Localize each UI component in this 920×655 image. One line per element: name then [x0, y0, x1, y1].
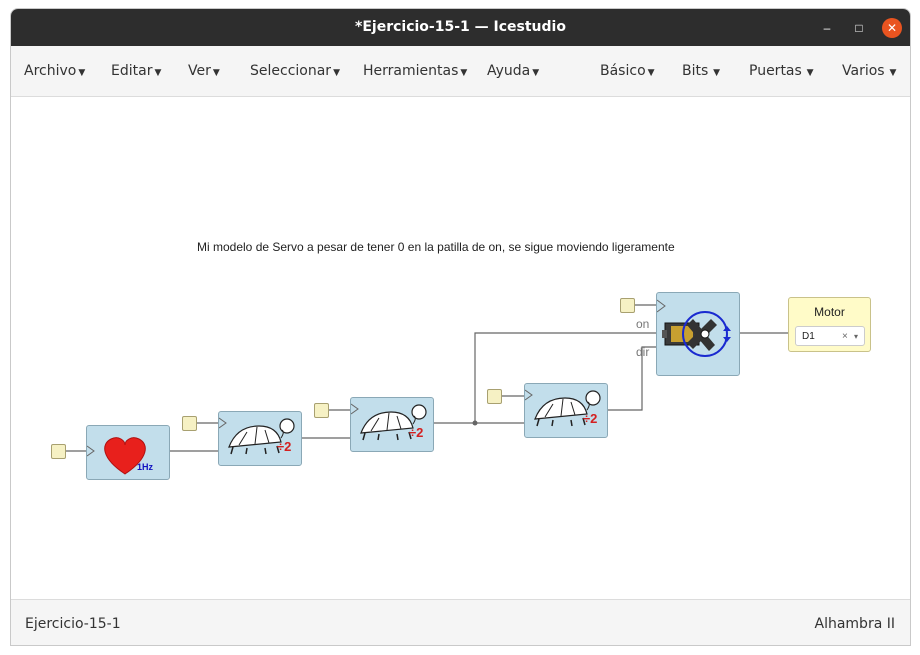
pin-select-value: D1	[802, 331, 815, 342]
heart-block[interactable]: 1Hz	[86, 425, 170, 480]
menu-basico-label: Básico	[600, 63, 646, 79]
caret-down-icon: ▼	[78, 68, 86, 78]
input-pin-servo[interactable]	[620, 298, 635, 313]
status-board-name: Alhambra II	[814, 616, 896, 632]
menu-seleccionar[interactable]: Seleccionar ▼	[250, 63, 340, 79]
caret-down-icon: ▼	[532, 68, 540, 78]
minimize-button[interactable]: –	[817, 18, 837, 38]
app-window: *Ejercicio-15-1 — Icestudio – □ ✕ Archiv…	[10, 8, 911, 646]
chevron-down-icon[interactable]: ▾	[854, 332, 858, 341]
menu-bar: Archivo ▼ Editar ▼ Ver ▼ Seleccionar ▼ Herra…	[11, 46, 910, 97]
window-title: *Ejercicio-15-1 — Icestudio	[355, 19, 566, 35]
clear-icon[interactable]: ×	[842, 331, 848, 342]
servo-icon	[657, 299, 731, 357]
divider-block-1[interactable]: ÷2	[218, 411, 302, 466]
heart-icon	[87, 437, 146, 475]
heart-freq-label: 1Hz	[137, 462, 154, 472]
design-canvas[interactable]: Mi modelo de Servo a pesar de tener 0 en…	[11, 97, 910, 599]
servo-port-dir: dir	[636, 345, 650, 359]
menu-puertas[interactable]: Puertas ▼	[749, 63, 814, 79]
menu-varios[interactable]: Varios ▼	[842, 63, 896, 79]
input-pin-heart[interactable]	[51, 444, 66, 459]
input-pin-divider3[interactable]	[487, 389, 502, 404]
wires	[66, 304, 788, 452]
menu-bits[interactable]: Bits ▼	[682, 63, 720, 79]
title-bar: *Ejercicio-15-1 — Icestudio – □ ✕	[11, 9, 910, 46]
divider-label-2: ÷2	[409, 425, 424, 440]
output-name: Motor	[814, 305, 845, 319]
servo-port-on: on	[636, 317, 650, 331]
menu-herramientas[interactable]: Herramientas ▼	[363, 63, 467, 79]
menu-ver-label: Ver	[188, 63, 211, 79]
menu-puertas-label: Puertas	[749, 63, 802, 79]
menu-ayuda-label: Ayuda	[487, 63, 531, 79]
output-block-motor[interactable]: Motor D1 × ▾	[788, 297, 871, 352]
status-project-name: Ejercicio-15-1	[25, 616, 121, 632]
caret-down-icon: ▼	[710, 68, 721, 78]
divider-block-2[interactable]: ÷2	[350, 397, 434, 452]
menu-varios-label: Varios	[842, 63, 885, 79]
pin-select[interactable]: D1 × ▾	[795, 326, 865, 346]
caret-down-icon: ▼	[212, 68, 220, 78]
caret-down-icon: ▼	[886, 68, 897, 78]
divider-block-3[interactable]: ÷2	[524, 383, 608, 438]
divider-label-3: ÷2	[583, 411, 598, 426]
menu-archivo[interactable]: Archivo ▼	[24, 63, 85, 79]
input-pin-divider2[interactable]	[314, 403, 329, 418]
wire-junction	[472, 420, 478, 426]
divider-label-1: ÷2	[277, 439, 292, 454]
caret-down-icon: ▼	[154, 68, 162, 78]
menu-basico[interactable]: Básico ▼	[600, 63, 655, 79]
close-button[interactable]: ✕	[882, 18, 902, 38]
caret-down-icon: ▼	[460, 68, 468, 78]
status-bar: Ejercicio-15-1 Alhambra II	[11, 599, 910, 645]
menu-seleccionar-label: Seleccionar	[250, 63, 332, 79]
caret-down-icon: ▼	[803, 68, 814, 78]
servo-block[interactable]	[656, 292, 740, 376]
wire-divider3-servo-dir[interactable]	[607, 346, 657, 411]
comment-text[interactable]: Mi modelo de Servo a pesar de tener 0 en…	[197, 240, 675, 254]
menu-editar-label: Editar	[111, 63, 153, 79]
caret-down-icon: ▼	[647, 68, 655, 78]
maximize-button[interactable]: □	[849, 18, 869, 38]
menu-archivo-label: Archivo	[24, 63, 77, 79]
menu-bits-label: Bits	[682, 63, 709, 79]
menu-ver[interactable]: Ver ▼	[188, 63, 220, 79]
menu-ayuda[interactable]: Ayuda ▼	[487, 63, 539, 79]
input-pin-divider1[interactable]	[182, 416, 197, 431]
menu-editar[interactable]: Editar ▼	[111, 63, 161, 79]
menu-herramientas-label: Herramientas	[363, 63, 459, 79]
caret-down-icon: ▼	[333, 68, 340, 78]
